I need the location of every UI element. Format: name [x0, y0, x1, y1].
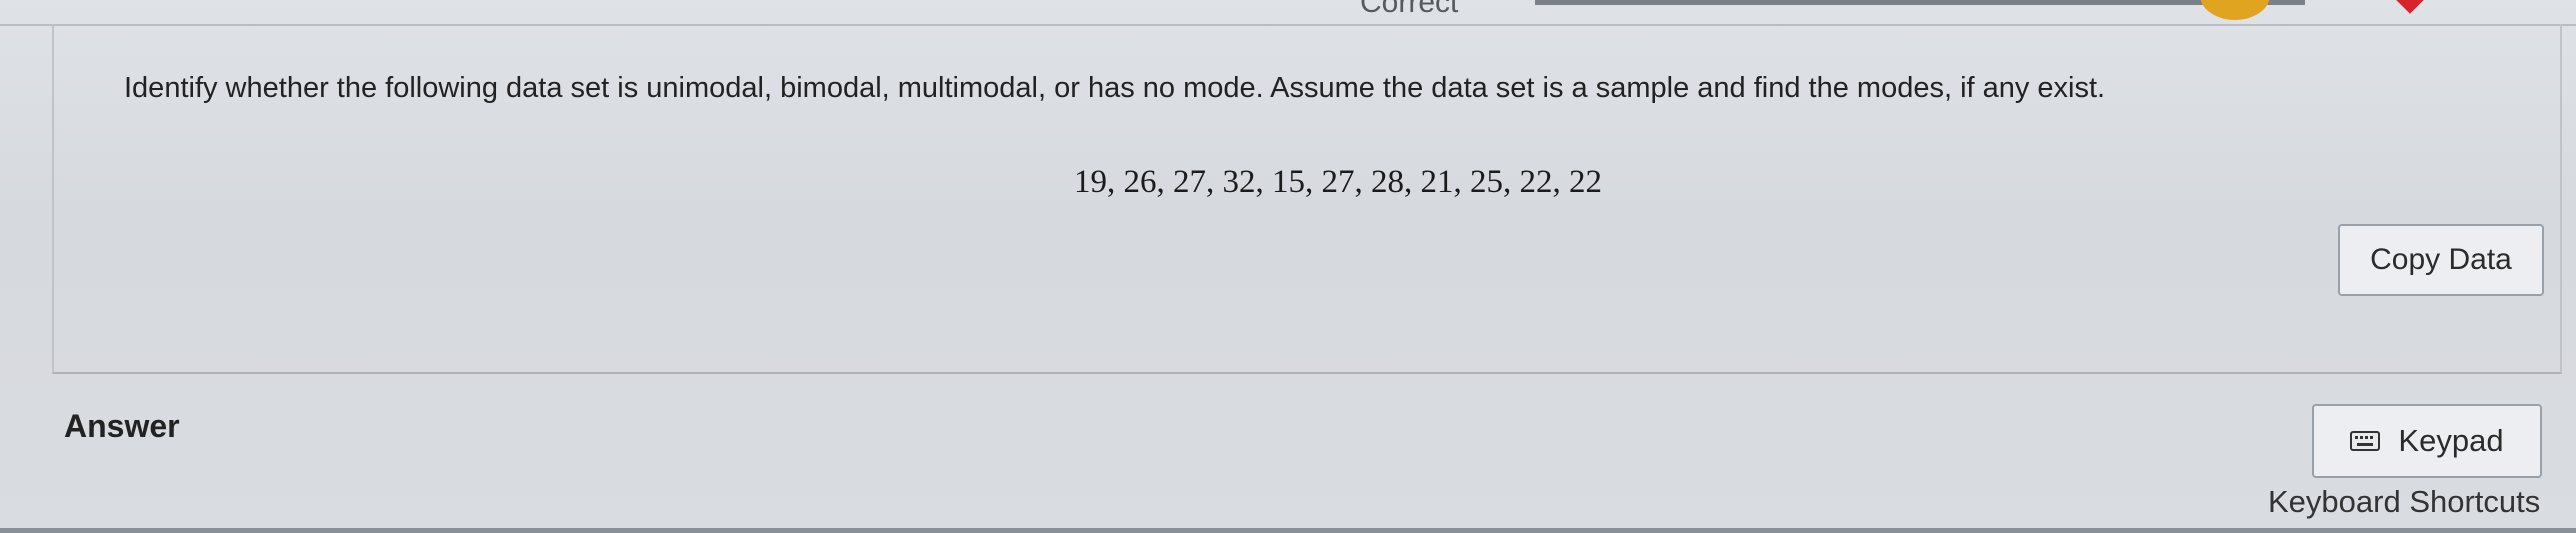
question-prompt: Identify whether the following data set … [124, 72, 2106, 104]
top-bar: Correct [0, 0, 2576, 26]
score-circle-icon [2200, 0, 2270, 20]
page: Correct Identify whether the following d… [0, 0, 2576, 533]
progress-line [1535, 0, 2305, 5]
flag-icon [2390, 0, 2430, 14]
answer-label: Answer [64, 408, 180, 444]
bottom-edge [0, 528, 2576, 533]
keyboard-shortcuts-link[interactable]: Keyboard Shortcuts [2268, 484, 2540, 520]
keypad-button[interactable]: Keypad [2312, 404, 2542, 478]
data-set: 19, 26, 27, 32, 15, 27, 28, 21, 25, 22, … [1074, 164, 1602, 200]
question-panel: Identify whether the following data set … [52, 24, 2562, 374]
copy-data-button[interactable]: Copy Data [2338, 224, 2544, 296]
keypad-label: Keypad [2398, 423, 2504, 458]
status-text: Correct [1360, 0, 1459, 19]
keyboard-icon [2350, 431, 2381, 451]
